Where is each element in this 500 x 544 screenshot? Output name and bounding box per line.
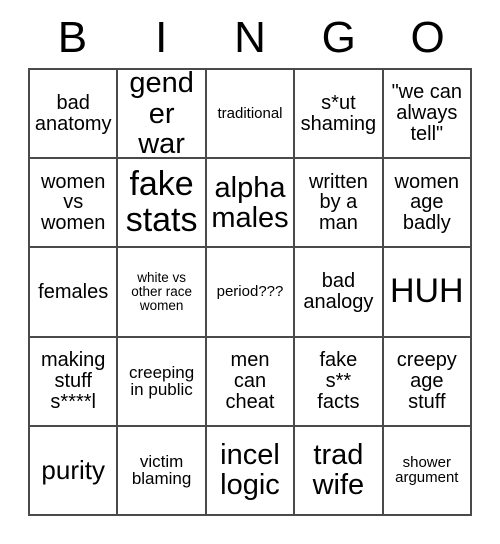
- bingo-cell-label: white vs other race women: [131, 269, 192, 313]
- bingo-cell-label: alpha males: [211, 171, 289, 234]
- bingo-cell-label: creepy age stuff: [396, 349, 457, 413]
- bingo-cell-r5c1[interactable]: purity: [30, 426, 119, 516]
- bingo-cell-r1c1[interactable]: bad anatomy: [30, 70, 119, 160]
- bingo-cell-r4c3[interactable]: men can cheat: [206, 337, 296, 427]
- bingo-card: B I N G O bad anatomy gender war tradition…: [0, 0, 500, 544]
- bingo-header-letter-n: N: [234, 13, 266, 62]
- bingo-cell-r2c3[interactable]: alpha males: [206, 159, 296, 249]
- bingo-cell-label: men can cheat: [225, 349, 275, 413]
- bingo-cell-r2c1[interactable]: women vs women: [30, 159, 119, 249]
- bingo-cell-label: purity: [41, 454, 105, 485]
- bingo-cell-label: creeping in public: [128, 362, 195, 400]
- bingo-cell-r4c5[interactable]: creepy age stuff: [383, 337, 472, 427]
- bingo-cell-label: "we can always tell": [391, 81, 463, 145]
- bingo-cell-r5c4[interactable]: trad wife: [295, 426, 384, 516]
- bingo-cell-label: s*ut shaming: [300, 91, 377, 135]
- bingo-cell-r3c1[interactable]: females: [30, 248, 119, 338]
- bingo-cell-label: incel logic: [220, 439, 280, 502]
- bingo-cell-label: women vs women: [40, 170, 106, 235]
- bingo-cell-label: bad anatomy: [34, 91, 112, 135]
- bingo-cell-r1c4[interactable]: s*ut shaming: [295, 70, 384, 160]
- bingo-cell-label: shower argument: [395, 453, 459, 487]
- bingo-header-letter-o: O: [410, 13, 445, 62]
- bingo-cell-r3c2[interactable]: white vs other race women: [118, 248, 207, 338]
- bingo-cell-r3c5[interactable]: HUH: [383, 248, 472, 338]
- bingo-header-letter-b: B: [57, 13, 88, 62]
- bingo-cell-label: traditional: [217, 104, 283, 122]
- bingo-cell-label: women age badly: [394, 170, 460, 235]
- bingo-cell-label: trad wife: [312, 439, 365, 502]
- bingo-header-letter-i: I: [155, 13, 168, 62]
- bingo-cell-r4c2[interactable]: creeping in public: [118, 337, 207, 427]
- bingo-cell-r3c4[interactable]: bad analogy: [295, 248, 384, 338]
- bingo-cell-r5c5[interactable]: shower argument: [383, 426, 472, 516]
- bingo-cell-r4c1[interactable]: making stuff s****l: [30, 337, 119, 427]
- bingo-cell-r5c2[interactable]: victim blaming: [118, 426, 207, 516]
- bingo-cell-label: victim blaming: [131, 451, 192, 489]
- bingo-cell-r2c2[interactable]: fake stats: [118, 159, 207, 249]
- bingo-cell-label: females: [38, 280, 109, 303]
- bingo-cell-label: making stuff s****l: [40, 349, 106, 413]
- bingo-grid: bad anatomy gender war traditional s*ut sha…: [28, 68, 472, 516]
- bingo-cell-label: fake s** facts: [317, 349, 360, 413]
- bingo-cell-r1c3[interactable]: traditional: [206, 70, 296, 160]
- bingo-cell-r3c3[interactable]: period???: [206, 248, 296, 338]
- bingo-cell-label: period???: [216, 283, 284, 301]
- bingo-cell-label: written by a man: [308, 170, 368, 235]
- bingo-cell-label: fake stats: [125, 165, 198, 239]
- bingo-cell-label: bad analogy: [303, 270, 374, 313]
- bingo-cell-r1c2[interactable]: gender war: [118, 70, 207, 160]
- bingo-cell-r1c5[interactable]: "we can always tell": [383, 70, 472, 160]
- bingo-cell-r5c3[interactable]: incel logic: [206, 426, 296, 516]
- bingo-cell-label: gender war: [129, 70, 194, 160]
- bingo-header: B I N G O: [28, 8, 472, 68]
- bingo-cell-r2c5[interactable]: women age badly: [383, 159, 472, 249]
- bingo-cell-r4c4[interactable]: fake s** facts: [295, 337, 384, 427]
- bingo-cell-r2c4[interactable]: written by a man: [295, 159, 384, 249]
- bingo-header-letter-g: G: [321, 13, 356, 62]
- bingo-cell-label: HUH: [389, 272, 464, 311]
